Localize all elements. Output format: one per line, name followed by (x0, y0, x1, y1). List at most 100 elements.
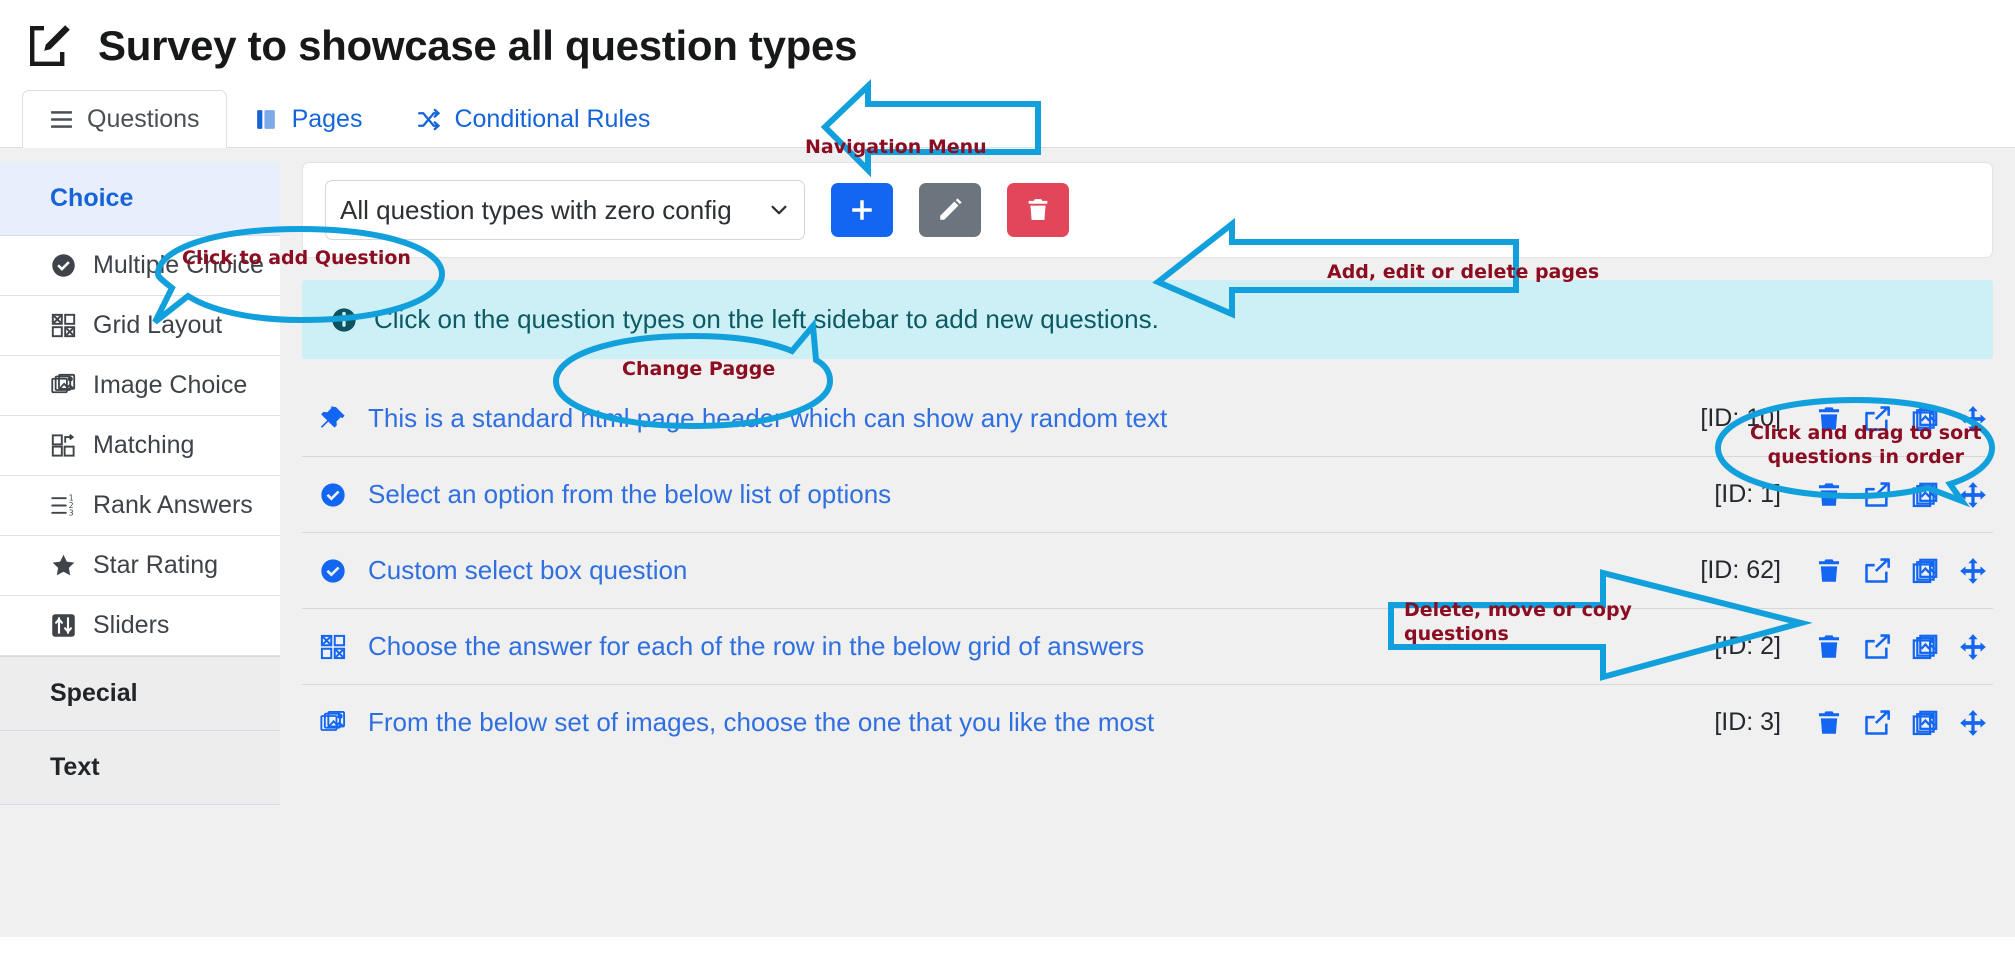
chevron-down-icon (771, 205, 787, 215)
sidebar-item-rank-answers[interactable]: 1 2 3 Rank Answers (0, 476, 280, 536)
hamburger-icon (51, 111, 72, 128)
drag-question-icon[interactable] (1959, 709, 1987, 737)
delete-question-icon[interactable] (1815, 709, 1843, 737)
page-toolbar: All question types with zero config (302, 162, 1993, 258)
row-actions (1815, 481, 1987, 509)
copy-question-icon[interactable] (1911, 633, 1939, 661)
body-wrapper: Choice Multiple Choice Grid Layout Image… (0, 148, 2015, 937)
table-row[interactable]: Custom select box question [ID: 62] (302, 533, 1993, 609)
page-select[interactable]: All question types with zero config (325, 180, 805, 240)
question-id: [ID: 1] (1714, 480, 1781, 508)
star-icon (52, 554, 75, 576)
question-type-icon (316, 481, 350, 509)
copy-question-icon[interactable] (1911, 557, 1939, 585)
navigation-menu: Questions Pages Conditional Rules (0, 78, 2015, 148)
tab-questions[interactable]: Questions (22, 90, 227, 148)
sidebar-item-label: Sliders (93, 611, 170, 639)
tab-questions-label: Questions (87, 105, 200, 133)
sidebar-group-special[interactable]: Special (0, 657, 280, 731)
question-type-sidebar: Choice Multiple Choice Grid Layout Image… (0, 148, 280, 937)
sliders-icon (52, 614, 75, 637)
add-page-button[interactable] (831, 183, 893, 237)
drag-question-icon[interactable] (1959, 557, 1987, 585)
info-banner-text: Click on the question types on the left … (374, 304, 1159, 334)
delete-question-icon[interactable] (1815, 405, 1843, 433)
question-list: This is a standard html page header whic… (302, 381, 1993, 760)
check-circle-icon (321, 558, 345, 583)
question-id: [ID: 10] (1700, 404, 1781, 432)
row-actions (1815, 709, 1987, 737)
move-question-icon[interactable] (1863, 405, 1891, 433)
question-id: [ID: 62] (1700, 556, 1781, 584)
tab-conditional-rules-label: Conditional Rules (454, 105, 651, 133)
move-question-icon[interactable] (1863, 633, 1891, 661)
table-row[interactable]: From the below set of images, choose the… (302, 685, 1993, 760)
drag-question-icon[interactable] (1959, 405, 1987, 433)
copy-question-icon[interactable] (1911, 709, 1939, 737)
move-question-icon[interactable] (1863, 709, 1891, 737)
sidebar-group-text[interactable]: Text (0, 731, 280, 805)
table-row[interactable]: Select an option from the below list of … (302, 457, 1993, 533)
sidebar-item-sliders[interactable]: Sliders (0, 596, 280, 656)
row-actions (1815, 405, 1987, 433)
sidebar-item-label: Matching (93, 431, 195, 459)
question-type-icon (316, 405, 350, 433)
row-actions (1815, 557, 1987, 585)
tab-pages-label: Pages (291, 105, 363, 133)
grid-icon (51, 313, 76, 338)
images-icon (51, 373, 76, 394)
trash-icon (1028, 199, 1048, 220)
tab-conditional-rules[interactable]: Conditional Rules (389, 90, 677, 148)
main-content: All question types with zero config Clic… (280, 148, 2015, 937)
sidebar-item-grid-layout[interactable]: Grid Layout (0, 296, 280, 356)
question-title[interactable]: From the below set of images, choose the… (368, 707, 1154, 738)
question-title[interactable]: Select an option from the below list of … (368, 479, 891, 510)
rank-list-icon: 1 2 3 (51, 494, 74, 518)
book-icon (256, 110, 275, 129)
edit-square-icon (30, 25, 70, 66)
page-header: Survey to showcase all question types (0, 0, 2015, 78)
sidebar-group-choice[interactable]: Choice (0, 162, 280, 236)
sidebar-item-label: Multiple Choice (93, 251, 264, 279)
table-row[interactable]: This is a standard html page header whic… (302, 381, 1993, 457)
sidebar-item-multiple-choice[interactable]: Multiple Choice (0, 236, 280, 296)
sidebar-item-label: Image Choice (93, 371, 248, 399)
drag-question-icon[interactable] (1959, 633, 1987, 661)
edit-page-button[interactable] (919, 183, 981, 237)
sidebar-item-label: Rank Answers (93, 491, 253, 519)
sidebar-item-star-rating[interactable]: Star Rating (0, 536, 280, 596)
sidebar-item-label: Grid Layout (93, 311, 223, 339)
page-title: Survey to showcase all question types (98, 22, 858, 69)
sidebar-item-matching[interactable]: Matching (0, 416, 280, 476)
images-icon (320, 710, 346, 731)
question-id: [ID: 3] (1714, 708, 1781, 736)
question-id: [ID: 2] (1714, 632, 1781, 660)
sidebar-item-label: Star Rating (93, 551, 219, 579)
question-type-icon (316, 709, 350, 737)
question-title[interactable]: Custom select box question (368, 555, 687, 586)
drag-question-icon[interactable] (1959, 481, 1987, 509)
info-banner: Click on the question types on the left … (302, 280, 1993, 359)
info-circle-icon (332, 307, 356, 332)
move-question-icon[interactable] (1863, 557, 1891, 585)
pencil-icon (940, 198, 962, 220)
delete-question-icon[interactable] (1815, 633, 1843, 661)
check-circle-icon (321, 482, 345, 507)
sidebar-item-image-choice[interactable]: Image Choice (0, 356, 280, 416)
move-question-icon[interactable] (1863, 481, 1891, 509)
delete-question-icon[interactable] (1815, 481, 1843, 509)
page-select-value: All question types with zero config (340, 194, 732, 225)
pin-icon (320, 405, 345, 428)
shuffle-icon (418, 108, 441, 131)
tab-pages[interactable]: Pages (227, 90, 390, 148)
delete-question-icon[interactable] (1815, 557, 1843, 585)
delete-page-button[interactable] (1007, 183, 1069, 237)
row-actions (1815, 633, 1987, 661)
question-title[interactable]: This is a standard html page header whic… (368, 403, 1167, 434)
copy-question-icon[interactable] (1911, 481, 1939, 509)
question-type-icon (316, 557, 350, 585)
grid-icon (320, 634, 346, 659)
copy-question-icon[interactable] (1911, 405, 1939, 433)
table-row[interactable]: Choose the answer for each of the row in… (302, 609, 1993, 685)
question-title[interactable]: Choose the answer for each of the row in… (368, 631, 1144, 662)
